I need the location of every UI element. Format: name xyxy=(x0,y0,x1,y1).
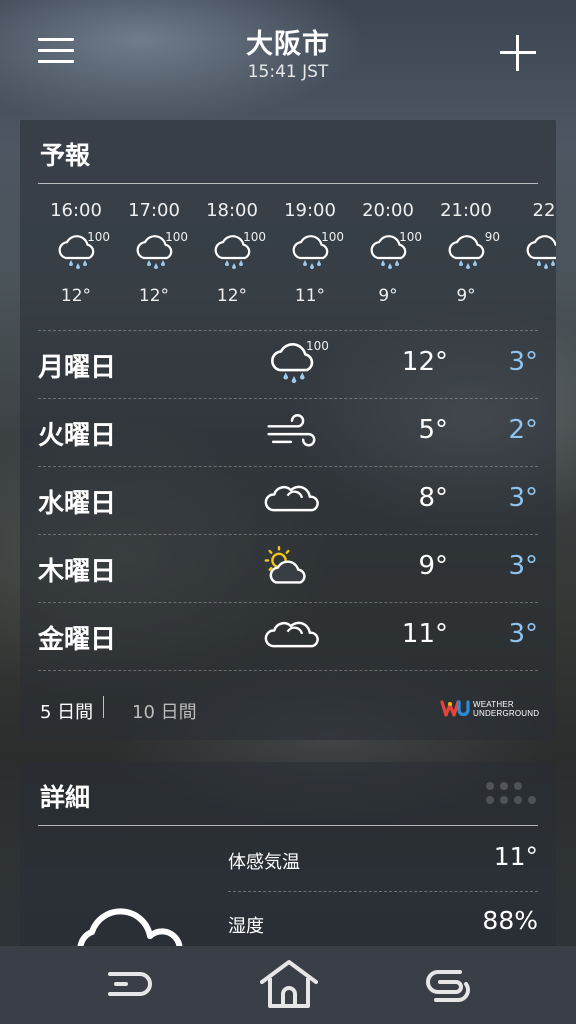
hour-temp: 12° xyxy=(60,286,92,306)
daily-row[interactable]: 木曜日 9° 3° xyxy=(38,534,538,602)
forecast-card: 予報 16:00 100 12° 17:00 100 12° 18:00 100… xyxy=(20,120,556,740)
system-nav-bar xyxy=(0,946,576,1024)
cloudy-icon xyxy=(264,479,320,519)
low-temp: 2° xyxy=(508,415,538,445)
hour-time: 16:00 xyxy=(50,200,102,221)
low-temp: 3° xyxy=(508,551,538,581)
hour-temp: 11° xyxy=(294,286,326,306)
hourly-item: 20:00 100 9° xyxy=(352,200,424,306)
forecast-title: 予報 xyxy=(40,141,91,170)
partly-sunny-icon xyxy=(262,545,318,589)
hour-time: 18:00 xyxy=(206,200,258,221)
forecast-divider xyxy=(38,183,538,184)
high-temp: 12° xyxy=(401,347,448,377)
precip-chance: 100 xyxy=(321,230,344,244)
app-header: 大阪市 15:41 JST xyxy=(0,0,576,110)
precip-chance: 100 xyxy=(165,230,188,244)
local-time: 15:41 JST xyxy=(247,62,329,82)
provider-line-2: UNDERGROUND xyxy=(473,709,540,718)
add-location-icon[interactable] xyxy=(500,35,536,71)
hourly-item: 21:00 90 9° xyxy=(430,200,502,306)
tab-5-day[interactable]: 5 日間 xyxy=(40,698,93,724)
cloudy-icon xyxy=(264,615,320,655)
low-temp: 3° xyxy=(508,483,538,513)
daily-row[interactable]: 月曜日 100 12° 3° xyxy=(38,330,538,398)
hourly-forecast[interactable]: 16:00 100 12° 17:00 100 12° 18:00 100 12… xyxy=(20,200,556,310)
precip-chance: 100 xyxy=(87,230,110,244)
hourly-item: 18:00 100 12° xyxy=(196,200,268,306)
details-card: 詳細 体感気温 11° 湿度 88% xyxy=(20,762,556,962)
day-name: 月曜日 xyxy=(38,353,117,383)
hour-temp: 12° xyxy=(216,286,248,306)
low-temp: 3° xyxy=(508,619,538,649)
hour-time: 21:00 xyxy=(440,200,492,221)
hourly-item: 16:00 100 12° xyxy=(40,200,112,306)
details-title: 詳細 xyxy=(40,783,91,812)
day-name: 火曜日 xyxy=(38,421,117,451)
high-temp: 5° xyxy=(418,415,448,445)
rain-cloud-icon xyxy=(524,234,556,270)
detail-label: 体感気温 xyxy=(228,852,300,873)
detail-row-humidity: 湿度 88% xyxy=(228,890,538,952)
back-icon[interactable] xyxy=(100,962,156,1010)
day-name: 金曜日 xyxy=(38,625,117,655)
hour-time: 22 xyxy=(532,200,556,221)
precip-chance: 90 xyxy=(484,230,500,244)
tab-separator xyxy=(103,696,104,718)
hour-time: 19:00 xyxy=(284,200,336,221)
dots-grid-icon xyxy=(486,782,536,804)
day-name: 木曜日 xyxy=(38,557,117,587)
precip-chance: 100 xyxy=(306,339,329,353)
provider-line-1: WEATHER xyxy=(473,700,514,709)
hour-temp: 9° xyxy=(456,286,476,306)
high-temp: 8° xyxy=(418,483,448,513)
detail-value: 88% xyxy=(482,906,538,935)
detail-row-feels-like: 体感気温 11° xyxy=(228,826,538,888)
hourly-item: 17:00 100 12° xyxy=(118,200,190,306)
hourly-item: 22 xyxy=(508,200,556,276)
hour-temp: 12° xyxy=(138,286,170,306)
home-icon[interactable] xyxy=(258,958,320,1010)
high-temp: 9° xyxy=(418,551,448,581)
detail-label: 湿度 xyxy=(228,916,264,937)
hour-time: 17:00 xyxy=(128,200,180,221)
hour-temp: 9° xyxy=(378,286,398,306)
high-temp: 11° xyxy=(401,619,448,649)
daily-row[interactable]: 金曜日 11° 3° xyxy=(38,602,538,670)
weather-underground-icon xyxy=(440,700,470,717)
recent-apps-icon[interactable] xyxy=(420,962,476,1010)
detail-value: 11° xyxy=(493,842,538,871)
daily-bottom-divider xyxy=(38,670,538,671)
low-temp: 3° xyxy=(508,347,538,377)
wind-icon xyxy=(264,413,320,453)
day-name: 水曜日 xyxy=(38,489,117,519)
precip-chance: 100 xyxy=(243,230,266,244)
provider-name: WEATHER UNDERGROUND xyxy=(473,700,539,718)
city-name: 大阪市 xyxy=(246,29,330,60)
daily-row[interactable]: 水曜日 8° 3° xyxy=(38,466,538,534)
hour-time: 20:00 xyxy=(362,200,414,221)
rain-cloud-icon xyxy=(446,234,490,270)
precip-chance: 100 xyxy=(399,230,422,244)
daily-row[interactable]: 火曜日 5° 2° xyxy=(38,398,538,466)
hourly-item: 19:00 100 11° xyxy=(274,200,346,306)
tab-10-day[interactable]: 10 日間 xyxy=(132,698,197,724)
weather-underground-logo[interactable]: WEATHER UNDERGROUND xyxy=(440,696,540,722)
